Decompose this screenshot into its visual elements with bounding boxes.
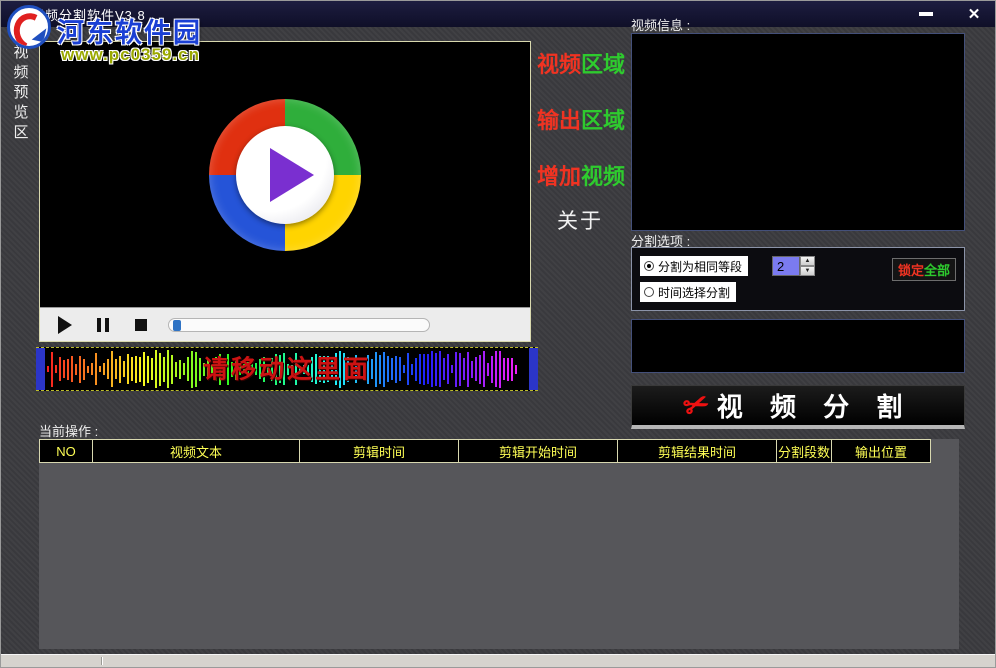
play-icon [58, 315, 72, 334]
segment-count-spinner: 2 ▲ ▼ [772, 256, 815, 276]
menu-video-area-button[interactable]: 视频区域 [537, 47, 625, 79]
col-header-output-path[interactable]: 输出位置 [831, 439, 931, 463]
vlabel-char: 预 [13, 84, 29, 101]
radio-checked-icon [644, 261, 654, 271]
video-info-box[interactable] [631, 33, 965, 231]
radio-unchecked-icon [644, 287, 654, 297]
col-header-video-text[interactable]: 视频文本 [92, 439, 300, 463]
pause-icon [97, 317, 109, 332]
split-options-panel: 分割为相同等段 2 ▲ ▼ 锁定全部 时间选择分割 [631, 247, 965, 311]
site-logo-icon [7, 5, 51, 49]
video-surface[interactable] [40, 42, 530, 307]
output-message-box[interactable] [631, 319, 965, 373]
radio-equal-label: 分割为相同等段 [658, 259, 743, 274]
vlabel-char: 频 [13, 64, 29, 81]
play-icon [270, 147, 314, 202]
status-bar-separator [101, 657, 103, 665]
menu-label-part: 增加 [537, 164, 582, 189]
stop-button[interactable] [130, 314, 152, 336]
spinner-down-button[interactable]: ▼ [800, 266, 815, 276]
video-preview-vertical-label: 视 频 预 览 区 [12, 43, 30, 143]
lock-all-label-part: 全部 [923, 263, 950, 278]
col-header-clip-time[interactable]: 剪辑时间 [299, 439, 459, 463]
video-split-button-label: 视 频 分 割 [716, 392, 913, 422]
operations-table: NO 视频文本 剪辑时间 剪辑开始时间 剪辑结果时间 分割段数 输出位置 [39, 439, 959, 649]
menu-add-video-button[interactable]: 增加视频 [537, 159, 625, 191]
status-bar [1, 654, 995, 667]
seek-thumb[interactable] [173, 319, 181, 331]
lock-all-button[interactable]: 锁定全部 [891, 258, 956, 281]
video-info-label: 视频信息 : [631, 18, 691, 33]
menu-label-part: 区域 [581, 52, 626, 77]
menu-label-part: 区域 [581, 108, 626, 133]
menu-label-part: 视频 [537, 52, 582, 77]
close-button[interactable]: ✕ [961, 3, 987, 25]
col-header-segments[interactable]: 分割段数 [776, 439, 832, 463]
col-header-clip-start[interactable]: 剪辑开始时间 [458, 439, 618, 463]
radio-time-label: 时间选择分割 [658, 285, 731, 300]
stop-icon [135, 318, 147, 331]
menu-output-area-button[interactable]: 输出区域 [537, 103, 625, 135]
table-body [39, 463, 959, 649]
spinner-up-button[interactable]: ▲ [800, 256, 815, 266]
current-operation-label: 当前操作 : [39, 424, 99, 439]
menu-label-part: 输出 [537, 108, 582, 133]
lock-all-label-part: 锁定 [897, 263, 924, 278]
close-icon: ✕ [967, 6, 981, 23]
minimize-icon [919, 12, 933, 16]
watermark-site-url: www.pc0359.cn [61, 45, 200, 64]
col-header-clip-result[interactable]: 剪辑结果时间 [617, 439, 777, 463]
scissors-icon: ✂ [678, 385, 714, 426]
play-button-inner [236, 125, 334, 224]
video-player-frame [39, 41, 531, 342]
vlabel-char: 览 [13, 104, 29, 121]
table-header-row: NO 视频文本 剪辑时间 剪辑开始时间 剪辑结果时间 分割段数 输出位置 [39, 439, 959, 463]
radio-split-by-time[interactable]: 时间选择分割 [640, 282, 737, 302]
minimize-button[interactable] [913, 5, 939, 23]
big-play-button[interactable] [209, 98, 361, 251]
app-window: 视频分割软件V3.8 ✕ 河东软件园 www.pc0359.cn 视 频 预 览… [0, 0, 996, 668]
spectrum-panel[interactable]: 请移动这里面 [36, 347, 538, 391]
video-split-button[interactable]: ✂ 视 频 分 割 [631, 385, 965, 429]
menu-about-button[interactable]: 关于 [557, 205, 603, 235]
play-button[interactable] [54, 314, 76, 336]
pause-button[interactable] [92, 314, 114, 336]
menu-label-part: 视频 [581, 164, 626, 189]
segment-count-input[interactable]: 2 [772, 256, 800, 276]
spectrum-overlay-text: 请移动这里面 [202, 355, 371, 384]
vlabel-char: 区 [13, 124, 29, 141]
radio-split-equal[interactable]: 分割为相同等段 [640, 256, 749, 276]
player-control-bar [40, 307, 530, 341]
seek-slider[interactable] [168, 317, 430, 332]
col-header-no[interactable]: NO [39, 439, 93, 463]
